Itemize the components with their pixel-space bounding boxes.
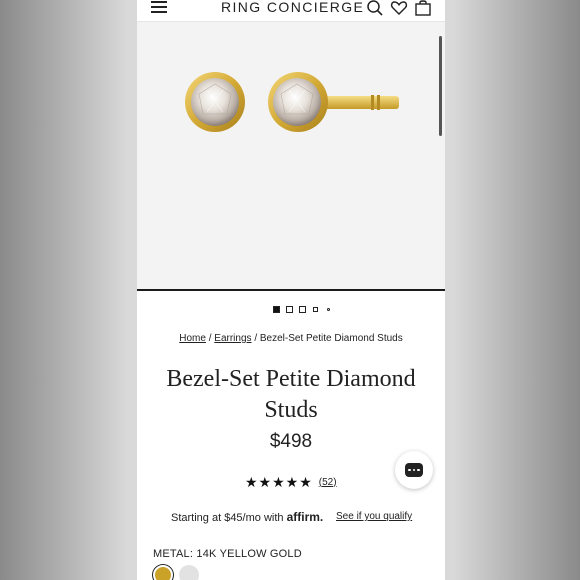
- carousel-dot-3[interactable]: [299, 306, 306, 313]
- product-title-line-1: Bezel-Set Petite Diamond: [166, 366, 416, 392]
- carousel-dot-1[interactable]: [273, 306, 280, 313]
- chat-icon: [405, 463, 423, 477]
- phone-screen: RING CONCIERGE Home / Earrings / Bezel-S…: [137, 0, 445, 580]
- product-image: [185, 72, 399, 132]
- carousel-dot-4[interactable]: [313, 307, 318, 312]
- metal-selector-label: METAL: 14K YELLOW GOLD: [153, 548, 302, 560]
- metal-value: 14K YELLOW GOLD: [196, 548, 302, 560]
- swatch-white-gold[interactable]: [179, 565, 199, 580]
- site-header: RING CONCIERGE: [137, 0, 445, 22]
- breadcrumb-separator: /: [208, 333, 212, 344]
- rating-summary[interactable]: ★★★★★ (52): [245, 474, 337, 490]
- financing-text: Starting at $45/mo with affirm.: [171, 510, 323, 524]
- product-image-gallery[interactable]: [137, 22, 445, 289]
- menu-icon[interactable]: [151, 0, 167, 14]
- bag-icon[interactable]: [414, 0, 432, 17]
- brand-logo[interactable]: RING CONCIERGE: [221, 0, 364, 15]
- swatch-yellow-gold[interactable]: [153, 565, 173, 580]
- breadcrumb-separator: /: [254, 333, 258, 344]
- breadcrumb: Home / Earrings / Bezel-Set Petite Diamo…: [137, 333, 445, 344]
- qualify-link[interactable]: See if you qualify: [336, 511, 412, 522]
- carousel-dot-2[interactable]: [286, 306, 293, 313]
- search-icon[interactable]: [366, 0, 384, 17]
- review-count-link[interactable]: (52): [319, 477, 337, 488]
- gallery-scrollbar[interactable]: [439, 36, 442, 136]
- financing-copy: Starting at $45/mo with: [171, 512, 284, 524]
- breadcrumb-home[interactable]: Home: [179, 333, 206, 344]
- metal-label: METAL:: [153, 548, 194, 560]
- breadcrumb-current: Bezel-Set Petite Diamond Studs: [259, 333, 403, 344]
- product-price: $498: [269, 431, 313, 452]
- carousel-dot-5[interactable]: [327, 308, 330, 311]
- product-title: Bezel-Set Petite Diamond Studs: [137, 364, 445, 426]
- breadcrumb-earrings[interactable]: Earrings: [214, 333, 251, 344]
- divider: [137, 289, 445, 291]
- affirm-logo: affirm.: [286, 510, 324, 524]
- chat-button[interactable]: [395, 451, 433, 489]
- heart-icon[interactable]: [390, 0, 408, 17]
- product-title-line-2: Studs: [264, 397, 318, 423]
- star-rating-icon: ★★★★★: [245, 473, 313, 490]
